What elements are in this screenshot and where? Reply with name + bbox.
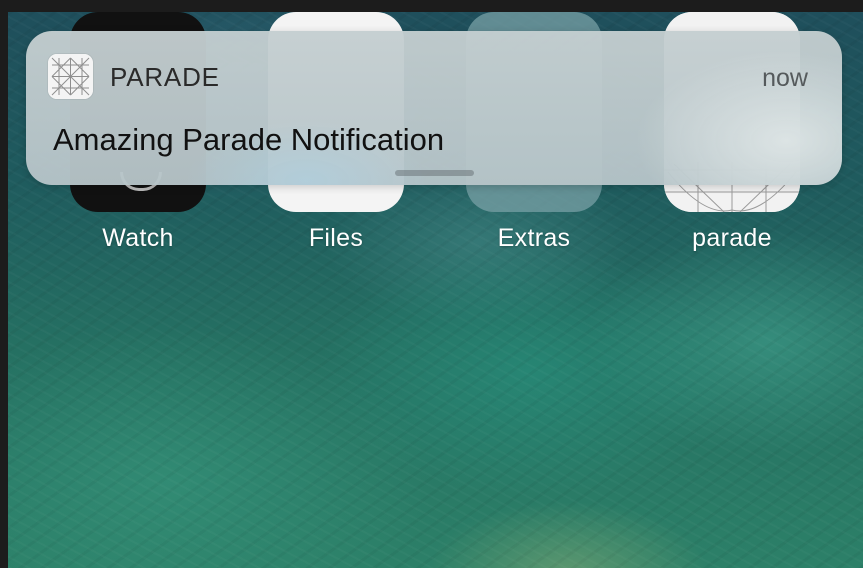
app-label-extras: Extras xyxy=(497,224,571,252)
app-label-watch: Watch xyxy=(102,224,174,252)
notification-drag-handle[interactable] xyxy=(395,170,474,176)
parade-grid-icon xyxy=(48,54,93,99)
notification-banner[interactable]: PARADE now Amazing Parade Notification xyxy=(26,31,842,185)
app-label-parade: parade xyxy=(692,224,772,252)
notification-message: Amazing Parade Notification xyxy=(53,122,445,157)
notification-time: now xyxy=(762,64,808,92)
app-label-files: Files xyxy=(308,224,364,252)
notification-app-name: PARADE xyxy=(110,62,220,92)
